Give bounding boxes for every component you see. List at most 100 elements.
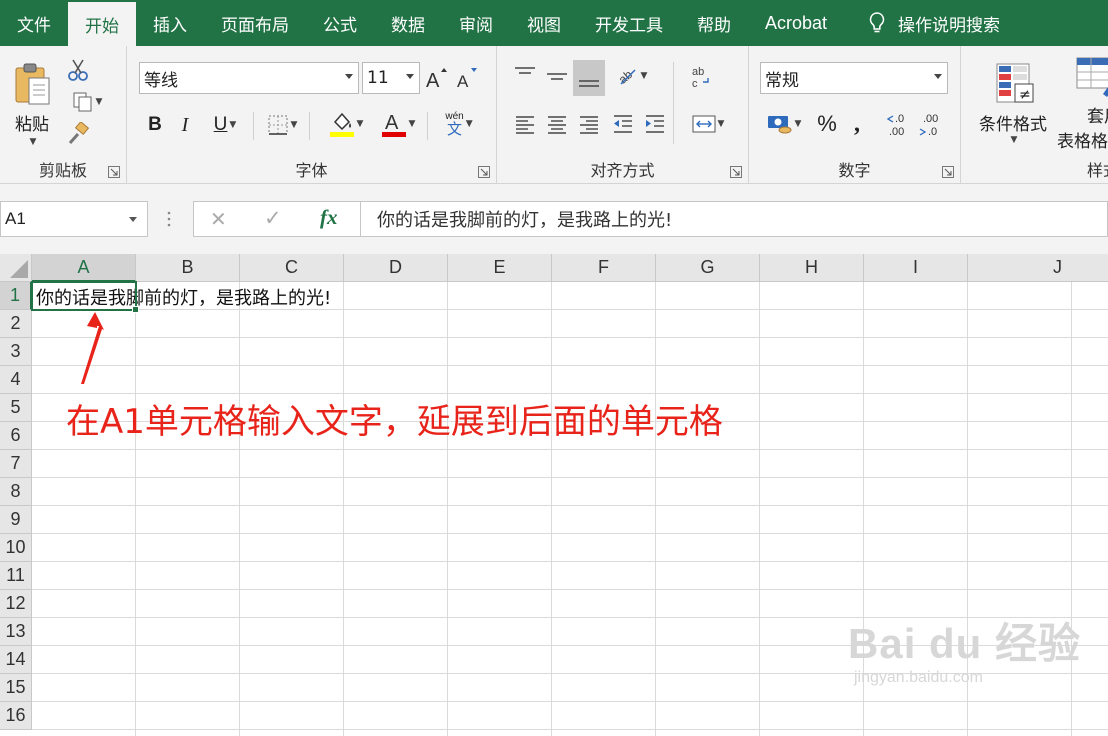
italic-button[interactable]: I	[173, 110, 197, 140]
text-orientation-icon: ab	[615, 67, 636, 87]
number-dialog-launcher-icon[interactable]	[942, 166, 954, 178]
column-header-g[interactable]: G	[656, 254, 760, 282]
tell-me-search[interactable]: 操作说明搜索	[844, 0, 1000, 46]
tab-insert[interactable]: 插入	[136, 0, 204, 46]
increase-font-size-button[interactable]: A	[425, 64, 449, 92]
orientation-dropdown-icon: ▼	[640, 71, 648, 81]
merge-center-button[interactable]: ▼	[685, 108, 731, 140]
accounting-dropdown-icon: ▼	[794, 119, 802, 129]
middle-align-button[interactable]	[541, 60, 573, 92]
row-header-12[interactable]: 12	[0, 590, 32, 618]
row-header-7[interactable]: 7	[0, 450, 32, 478]
tab-page-layout[interactable]: 页面布局	[204, 0, 306, 46]
comma-style-button[interactable]: ,	[845, 108, 869, 140]
fill-color-button[interactable]: ▼	[323, 108, 369, 140]
row-header-15[interactable]: 15	[0, 674, 32, 702]
insert-function-button[interactable]: fx	[320, 205, 338, 230]
wrap-text-button[interactable]: ab c	[685, 60, 717, 94]
tab-data[interactable]: 数据	[374, 0, 442, 46]
gridline-vertical	[1071, 282, 1072, 736]
formula-bar-grip-icon[interactable]	[166, 210, 172, 228]
svg-text:.0: .0	[928, 126, 937, 138]
align-left-button[interactable]	[509, 108, 541, 140]
column-header-e[interactable]: E	[448, 254, 552, 282]
increase-decimal-button[interactable]: .0.00	[885, 108, 915, 140]
decrease-indent-button[interactable]	[607, 108, 639, 140]
font-dialog-launcher-icon[interactable]	[478, 166, 490, 178]
gridline-vertical	[655, 282, 656, 736]
tab-home[interactable]: 开始	[68, 2, 136, 46]
conditional-formatting-button[interactable]: ≠ 条件格式 ▼	[971, 54, 1055, 152]
increase-font-icon: A	[426, 68, 447, 90]
bottom-align-button[interactable]	[573, 60, 605, 96]
tab-file[interactable]: 文件	[0, 0, 68, 46]
format-painter-button[interactable]	[64, 120, 92, 148]
percent-style-button[interactable]: %	[813, 108, 841, 140]
annotation-arrow-icon	[81, 312, 104, 384]
font-size-combo[interactable]: 11	[362, 62, 420, 94]
tab-developer[interactable]: 开发工具	[578, 0, 680, 46]
increase-indent-button[interactable]	[639, 108, 671, 140]
font-name-combo[interactable]: 等线	[139, 62, 359, 94]
fill-color-icon	[329, 112, 354, 137]
font-color-button[interactable]: A ▼	[375, 108, 421, 140]
cancel-entry-button[interactable]: ✕	[210, 207, 227, 231]
underline-button[interactable]: U ▼	[203, 110, 247, 140]
row-header-8[interactable]: 8	[0, 478, 32, 506]
number-format-combo[interactable]: 常规	[760, 62, 948, 94]
accounting-format-button[interactable]: ▼	[761, 108, 807, 140]
increase-decimal-icon: .0.00	[886, 113, 904, 138]
tab-help[interactable]: 帮助	[680, 0, 748, 46]
styles-group-label: 样式	[1087, 161, 1108, 180]
column-header-i[interactable]: I	[864, 254, 968, 282]
worksheet-grid[interactable]: ABCDEFGHIJ 1 2 3 4 5 6 7 8 9 10 11 12 13 14 15 16 你的话是我…	[0, 254, 1108, 736]
svg-text:A: A	[426, 70, 440, 90]
clipboard-dialog-launcher-icon[interactable]	[108, 166, 120, 178]
name-box[interactable]: A1	[0, 201, 148, 237]
row-header-9[interactable]: 9	[0, 506, 32, 534]
row-header-14[interactable]: 14	[0, 646, 32, 674]
column-header-c[interactable]: C	[240, 254, 344, 282]
row-header-16[interactable]: 16	[0, 702, 32, 730]
fill-color-dropdown-icon: ▼	[356, 119, 364, 129]
formula-input[interactable]: 你的话是我脚前的灯，是我路上的光!	[361, 201, 1108, 237]
confirm-entry-button[interactable]: ✓	[264, 206, 282, 230]
top-align-button[interactable]	[509, 60, 541, 92]
row-header-5[interactable]: 5	[0, 394, 32, 422]
cut-button[interactable]	[64, 56, 92, 84]
svg-text:c: c	[692, 78, 698, 90]
borders-button[interactable]: ▼	[261, 110, 303, 140]
format-painter-icon	[68, 122, 90, 144]
tab-view[interactable]: 视图	[510, 0, 578, 46]
bold-button[interactable]: B	[143, 110, 167, 140]
tab-formulas[interactable]: 公式	[306, 0, 374, 46]
orientation-button[interactable]: ab ▼	[609, 60, 653, 92]
alignment-dialog-launcher-icon[interactable]	[730, 166, 742, 178]
row-header-10[interactable]: 10	[0, 534, 32, 562]
align-center-button[interactable]	[541, 108, 573, 140]
decrease-font-size-button[interactable]: A	[455, 64, 479, 92]
align-bottom-icon	[579, 80, 599, 87]
column-header-f[interactable]: F	[552, 254, 656, 282]
row-header-11[interactable]: 11	[0, 562, 32, 590]
format-as-table-label-2: 表格格	[1057, 132, 1108, 152]
decrease-decimal-button[interactable]: .00.0	[917, 108, 947, 140]
column-header-h[interactable]: H	[760, 254, 864, 282]
gridline-horizontal	[32, 477, 1108, 478]
align-right-button[interactable]	[573, 108, 605, 140]
alignment-group-label: 对齐方式	[590, 161, 655, 180]
phonetic-guide-button[interactable]: wén 文 ▼	[435, 106, 483, 142]
number-group-label: 数字	[838, 161, 871, 180]
column-header-j[interactable]: J	[968, 254, 1108, 282]
copy-dropdown-icon: ▼	[95, 97, 103, 107]
copy-button[interactable]: ▼	[64, 88, 110, 116]
tab-acrobat[interactable]: Acrobat	[748, 0, 844, 46]
decrease-decimal-icon: .00.0	[919, 113, 938, 138]
row-header-6[interactable]: 6	[0, 422, 32, 450]
format-as-table-button[interactable]: 套用 表格格	[1057, 54, 1108, 152]
row-header-13[interactable]: 13	[0, 618, 32, 646]
column-header-d[interactable]: D	[344, 254, 448, 282]
svg-text:ab: ab	[692, 66, 704, 78]
paste-button[interactable]: 粘贴 ▼	[6, 56, 58, 152]
tab-review[interactable]: 审阅	[442, 0, 510, 46]
